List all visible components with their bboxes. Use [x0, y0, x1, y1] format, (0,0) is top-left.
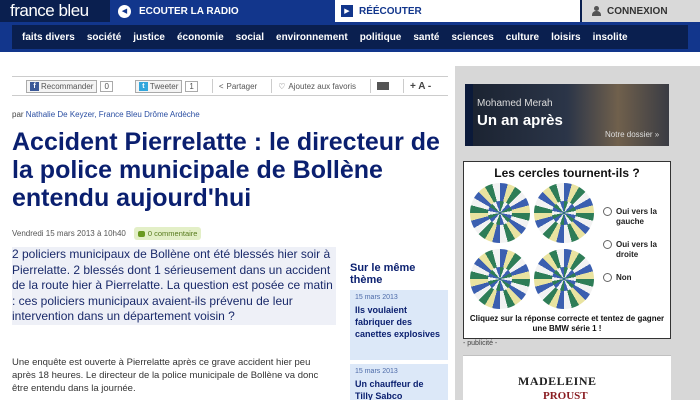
nav-item-environnement[interactable]: environnement [276, 32, 348, 43]
ad3-line1: MADELEINE [518, 374, 597, 388]
mail-icon [376, 82, 389, 90]
connexion-button[interactable]: CONNEXION [582, 0, 700, 22]
related-item-title[interactable]: Ils voulaient fabriquer des canettes exp… [355, 304, 443, 340]
illusion-circle [470, 249, 530, 309]
connexion-label: CONNEXION [607, 5, 668, 17]
user-icon [592, 6, 601, 16]
favoris-button[interactable]: ♡ Ajoutez aux favoris [278, 82, 356, 91]
banner-accent [465, 84, 473, 146]
merah-dossier-banner[interactable]: Mohamed Merah Un an après Notre dossier … [465, 84, 669, 146]
nav-item-sante[interactable]: santé [413, 32, 439, 43]
facebook-recommend-button[interactable]: f Recommander 0 [26, 79, 113, 93]
related-item-date: 15 mars 2013 [355, 294, 398, 301]
nav-item-economie[interactable]: économie [177, 32, 224, 43]
font-size-control[interactable]: + A - [410, 81, 431, 92]
option-label: Non [616, 273, 632, 282]
illusion-circle [534, 249, 594, 309]
publicite-label: - publicité - [463, 340, 498, 347]
ecouter-la-radio-button[interactable]: ◀ ECOUTER LA RADIO [110, 0, 335, 22]
nav-item-faits-divers[interactable]: faits divers [22, 32, 75, 43]
banner-name: Mohamed Merah [477, 98, 553, 109]
comment-icon [137, 230, 145, 237]
radio-button[interactable] [603, 273, 612, 282]
tweet-label: Tweeter [149, 81, 179, 91]
nav-item-social[interactable]: social [236, 32, 264, 43]
ad-title: Les cercles tournent-ils ? [494, 166, 640, 180]
radio-button[interactable] [603, 207, 612, 216]
related-item-title[interactable]: Un chauffeur de Tilly Sabco [355, 378, 443, 400]
banner-link[interactable]: Notre dossier » [605, 130, 659, 139]
illusion-circle [534, 183, 594, 243]
related-title: Sur le même thème [350, 262, 416, 286]
share-icon: < [218, 81, 224, 91]
option-right[interactable]: Oui vers la droite [603, 240, 666, 260]
favoris-label: Ajoutez aux favoris [288, 81, 356, 91]
partager-button[interactable]: < Partager [219, 82, 257, 91]
nav-item-culture[interactable]: culture [506, 32, 539, 43]
article-lede: 2 policiers municipaux de Bollène ont ét… [12, 247, 336, 325]
banner-title: Un an après [477, 112, 563, 129]
divider [211, 79, 213, 93]
heart-icon: ♡ [278, 81, 286, 91]
share-toolbar: f Recommander 0 t Tweeter 1 < Partager ♡ A… [12, 76, 448, 96]
reecouter-button[interactable]: ▶ RÉÉCOUTER [335, 0, 580, 22]
byline: par Nathalie De Keyzer, France Bleu Drôm… [12, 110, 200, 119]
article-meta: Vendredi 15 mars 2013 à 10h40 0 commenta… [12, 227, 202, 240]
option-left[interactable]: Oui vers la gauche [603, 207, 666, 227]
radio-button[interactable] [603, 240, 612, 249]
nav-item-justice[interactable]: justice [133, 32, 165, 43]
facebook-icon: f [30, 81, 39, 91]
divider [369, 79, 371, 93]
article-title: Accident Pierrelatte : le directeur de l… [12, 128, 440, 212]
nav-item-societe[interactable]: société [87, 32, 121, 43]
option-label: Oui vers la droite [616, 240, 657, 259]
article-body: Une enquête est ouverte à Pierrelatte ap… [12, 357, 319, 394]
email-button[interactable] [376, 82, 389, 90]
france-bleu-logo[interactable]: france bleu [10, 1, 89, 21]
nav-item-loisirs[interactable]: loisirs [551, 32, 580, 43]
facebook-count: 0 [100, 80, 113, 92]
nav-item-politique[interactable]: politique [360, 32, 402, 43]
illusion-circle [470, 183, 530, 243]
comments-label: 0 commentaire [147, 229, 198, 238]
option-label: Oui vers la gauche [616, 207, 657, 226]
top-bar: france bleu ◀ ECOUTER LA RADIO ▶ RÉÉCOUT… [0, 0, 700, 22]
related-item-date: 15 mars 2013 [355, 368, 398, 375]
category-nav: faits divers société justice économie so… [0, 22, 700, 52]
article-date: Vendredi 15 mars 2013 à 10h40 [12, 229, 126, 238]
tweet-button[interactable]: t Tweeter 1 [134, 79, 198, 93]
reecouter-label: RÉÉCOUTER [359, 5, 422, 17]
divider [271, 79, 273, 93]
radio-label: ECOUTER LA RADIO [139, 5, 239, 17]
byline-author-link[interactable]: Nathalie De Keyzer, France Bleu Drôme Ar… [26, 110, 200, 119]
comments-badge[interactable]: 0 commentaire [133, 227, 202, 240]
divider [402, 79, 404, 93]
option-none[interactable]: Non [603, 273, 632, 283]
font-size-label: + A - [409, 80, 432, 92]
play-icon: ▶ [341, 5, 353, 17]
ad3-line2: PROUST [543, 390, 588, 400]
nav-item-sciences[interactable]: sciences [452, 32, 494, 43]
partager-label: Partager [226, 81, 258, 91]
byline-prefix: par [12, 110, 24, 119]
ad-footer: Cliquez sur la réponse correcte et tente… [469, 314, 665, 333]
facebook-label: Recommander [41, 81, 94, 91]
radio-icon: ◀ [118, 4, 131, 18]
twitter-icon: t [138, 81, 148, 91]
madeleine-proust-ad[interactable]: MADELEINE PROUST [463, 355, 671, 400]
related-item[interactable]: 15 mars 2013 Un chauffeur de Tilly Sabco [350, 364, 448, 400]
nav-item-insolite[interactable]: insolite [593, 32, 628, 43]
related-item[interactable]: 15 mars 2013 Ils voulaient fabriquer des… [350, 290, 448, 360]
tweet-count: 1 [185, 80, 198, 92]
